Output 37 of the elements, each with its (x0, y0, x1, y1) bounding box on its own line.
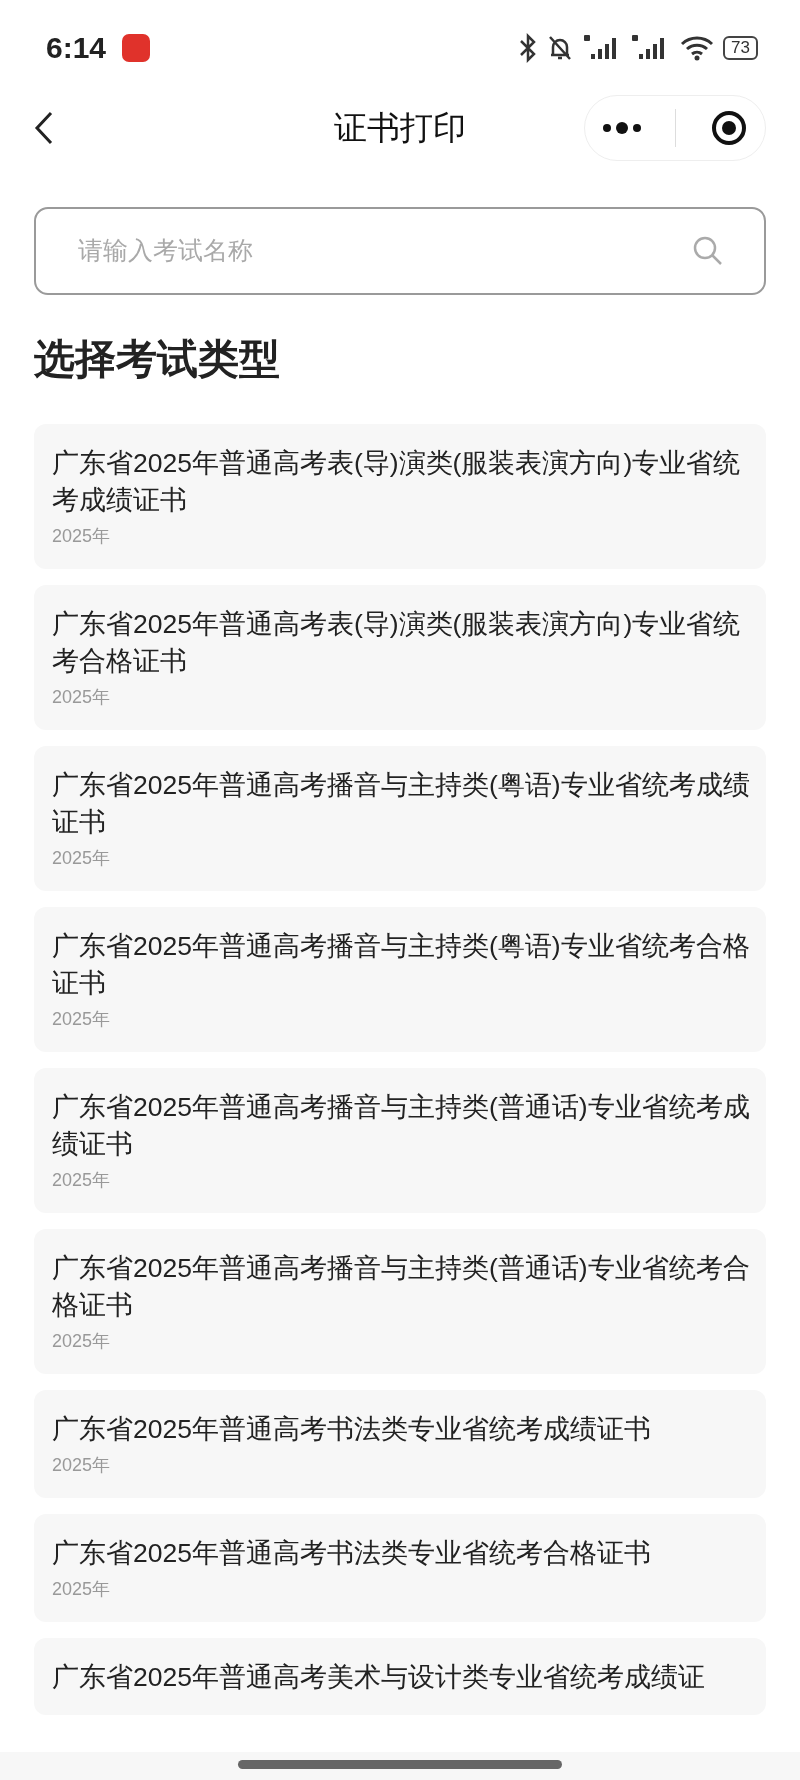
exam-year: 2025年 (52, 1578, 112, 1601)
exam-card[interactable]: 广东省2025年普通高考书法类专业省统考合格证书 2025年 (34, 1514, 766, 1622)
exam-card[interactable]: 广东省2025年普通高考播音与主持类(普通话)专业省统考成绩证书 2025年 (34, 1068, 766, 1213)
exam-year: 2025年 (52, 1008, 112, 1031)
back-icon[interactable] (34, 110, 54, 146)
exam-year: 2025年 (52, 1454, 112, 1477)
exam-name: 广东省2025年普通高考播音与主持类(粤语)专业省统考合格证书 (52, 930, 751, 1000)
battery-indicator: 73 (723, 35, 758, 60)
exam-year: 2025年 (52, 525, 112, 548)
exam-name: 广东省2025年普通高考播音与主持类(普通话)专业省统考成绩证书 (52, 1091, 751, 1161)
exam-name: 广东省2025年普通高考表(导)演类(服装表演方向)专业省统考合格证书 (52, 608, 742, 678)
exam-year: 2025年 (52, 847, 112, 870)
exam-card[interactable]: 广东省2025年普通高考表(导)演类(服装表演方向)专业省统考合格证书 2025年 (34, 585, 766, 730)
section-heading: 选择考试类型 (34, 339, 281, 380)
exam-name: 广东省2025年普通高考美术与设计类专业省统考成绩证 (52, 1661, 706, 1694)
exam-year: 2025年 (52, 686, 112, 709)
exam-card[interactable]: 广东省2025年普通高考表(导)演类(服装表演方向)专业省统考成绩证书 2025年 (34, 424, 766, 569)
more-icon[interactable] (601, 121, 642, 135)
search-input[interactable]: 请输入考试名称 (76, 231, 692, 271)
exam-year: 2025年 (52, 1169, 112, 1192)
exam-name: 广东省2025年普通高考书法类专业省统考成绩证书 (52, 1413, 652, 1446)
exam-name: 广东省2025年普通高考播音与主持类(粤语)专业省统考成绩证书 (52, 769, 751, 839)
exam-card[interactable]: 广东省2025年普通高考播音与主持类(普通话)专业省统考合格证书 2025年 (34, 1229, 766, 1374)
exam-card[interactable]: 广东省2025年普通高考美术与设计类专业省统考成绩证 (34, 1638, 766, 1715)
close-target-icon[interactable] (710, 109, 749, 147)
exam-card[interactable]: 广东省2025年普通高考书法类专业省统考成绩证书 2025年 (34, 1390, 766, 1498)
status-time: 6:14 (46, 30, 107, 66)
page-title: 证书打印 (334, 108, 466, 149)
app-icon (122, 33, 151, 62)
exam-card[interactable]: 广东省2025年普通高考播音与主持类(粤语)专业省统考成绩证书 2025年 (34, 746, 766, 891)
exam-name: 广东省2025年普通高考表(导)演类(服装表演方向)专业省统考成绩证书 (52, 447, 742, 517)
search-field[interactable]: 请输入考试名称 (34, 207, 766, 295)
exam-card[interactable]: 广东省2025年普通高考播音与主持类(粤语)专业省统考合格证书 2025年 (34, 907, 766, 1052)
bluetooth-icon (519, 32, 538, 63)
exam-year: 2025年 (52, 1330, 112, 1353)
exam-name: 广东省2025年普通高考书法类专业省统考合格证书 (52, 1537, 652, 1570)
exam-name: 广东省2025年普通高考播音与主持类(普通话)专业省统考合格证书 (52, 1252, 751, 1322)
